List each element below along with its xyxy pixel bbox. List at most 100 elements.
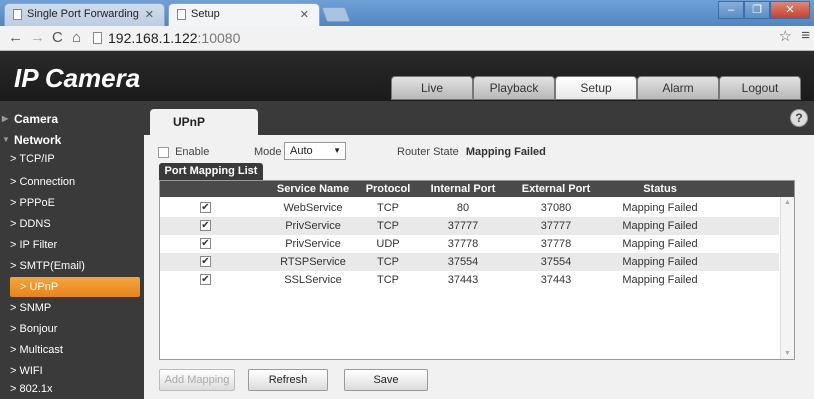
cell-status: Mapping Failed bbox=[622, 202, 698, 214]
sidebar-item-wifi[interactable]: > WIFI bbox=[0, 361, 144, 381]
scroll-down-icon[interactable]: ▼ bbox=[784, 350, 791, 357]
enable-row: Enable bbox=[158, 146, 209, 160]
sidebar-item-label: Multicast bbox=[19, 344, 63, 356]
url-port: :10080 bbox=[197, 30, 241, 46]
cell-external-port: 37554 bbox=[540, 256, 572, 268]
cell-protocol: TCP bbox=[377, 220, 399, 232]
router-state: Router State Mapping Failed bbox=[397, 146, 546, 160]
help-icon[interactable]: ? bbox=[790, 109, 808, 127]
table-row: ✔ WebService TCP 80 37080 Mapping Failed bbox=[160, 199, 779, 217]
minimize-icon[interactable]: – bbox=[718, 1, 744, 19]
close-tab-icon[interactable]: ✕ bbox=[145, 8, 154, 21]
maximize-icon[interactable]: ❐ bbox=[744, 1, 770, 19]
sidebar-item-smtp[interactable]: > SMTP(Email) bbox=[0, 256, 144, 276]
mode-select-value: Auto bbox=[290, 145, 313, 157]
window-controls: – ❐ ✕ bbox=[718, 1, 810, 19]
enable-checkbox[interactable] bbox=[158, 146, 169, 158]
refresh-button[interactable]: Refresh bbox=[248, 369, 328, 391]
nav-playback[interactable]: Playback bbox=[473, 76, 555, 100]
table-row: ✔ RTSPService TCP 37554 37554 Mapping Fa… bbox=[160, 253, 779, 271]
cell-external-port: 37777 bbox=[540, 220, 572, 232]
table-scrollbar[interactable]: ▲ ▼ bbox=[780, 197, 794, 359]
cell-internal-port: 37778 bbox=[447, 238, 479, 250]
port-mapping-list-tab[interactable]: Port Mapping List bbox=[159, 163, 263, 180]
url-host: 192.168.1.122 bbox=[108, 30, 198, 46]
column-header-external-port: External Port bbox=[521, 183, 591, 195]
sidebar-item-multicast[interactable]: > Multicast bbox=[0, 340, 144, 360]
nav-alarm[interactable]: Alarm bbox=[637, 76, 719, 100]
tab-upnp[interactable]: UPnP bbox=[150, 109, 258, 135]
url-text: 192.168.1.122:10080 bbox=[108, 30, 240, 46]
table-row: ✔ PrivService TCP 37777 37777 Mapping Fa… bbox=[160, 217, 779, 235]
sidebar-item-label: SNMP bbox=[19, 302, 52, 314]
close-window-icon[interactable]: ✕ bbox=[770, 1, 810, 19]
menu-icon[interactable]: ≡ bbox=[801, 27, 810, 44]
cell-internal-port: 37443 bbox=[447, 274, 479, 286]
column-header-service-name: Service Name bbox=[276, 183, 350, 195]
home-icon[interactable]: ⌂ bbox=[72, 29, 81, 47]
url-field[interactable]: 192.168.1.122:10080 bbox=[93, 29, 793, 48]
row-checkbox[interactable]: ✔ bbox=[200, 220, 211, 231]
port-mapping-table: Service Name Protocol Internal Port Exte… bbox=[159, 180, 795, 360]
dropdown-arrow-icon: ▼ bbox=[333, 146, 341, 155]
nav-logout[interactable]: Logout bbox=[719, 76, 801, 100]
sidebar-item-tcpip[interactable]: > TCP/IP bbox=[0, 149, 144, 169]
sidebar-group-network[interactable]: ▼ Network bbox=[0, 130, 144, 150]
sidebar-item-pppoe[interactable]: > PPPoE bbox=[0, 193, 144, 213]
cell-protocol: TCP bbox=[377, 256, 399, 268]
sidebar-item-label: DDNS bbox=[19, 218, 51, 230]
column-header-status: Status bbox=[643, 183, 677, 195]
sidebar-item-label: PPPoE bbox=[19, 197, 55, 209]
row-checkbox[interactable]: ✔ bbox=[200, 238, 211, 249]
bookmark-star-icon[interactable]: ☆ bbox=[779, 27, 792, 45]
sidebar-item-ip-filter[interactable]: > IP Filter bbox=[0, 235, 144, 255]
sidebar-item-connection[interactable]: > Connection bbox=[0, 172, 144, 192]
close-tab-icon[interactable]: ✕ bbox=[300, 8, 309, 21]
sidebar-item-label: IP Filter bbox=[19, 239, 58, 251]
new-tab-button[interactable] bbox=[321, 7, 351, 22]
enable-label: Enable bbox=[175, 146, 210, 158]
sidebar-item-upnp[interactable]: > UPnP bbox=[10, 277, 140, 297]
sidebar-item-8021x[interactable]: > 802.1x bbox=[0, 379, 144, 399]
sidebar-item-label: UPnP bbox=[29, 281, 59, 293]
nav-live[interactable]: Live bbox=[391, 76, 473, 100]
page-icon bbox=[177, 9, 186, 20]
reload-icon[interactable]: C bbox=[52, 29, 63, 47]
cell-external-port: 37443 bbox=[540, 274, 572, 286]
forward-icon[interactable]: → bbox=[30, 29, 45, 47]
app-logo: IP Camera bbox=[14, 63, 141, 93]
page-tab-bar: UPnP ? bbox=[144, 101, 814, 135]
row-checkbox[interactable]: ✔ bbox=[200, 274, 211, 285]
browser-tab-setup[interactable]: Setup ✕ bbox=[168, 3, 320, 26]
table-header: Service Name Protocol Internal Port Exte… bbox=[160, 181, 794, 197]
router-state-label: Router State bbox=[397, 146, 459, 158]
browser-tab-label: Setup bbox=[191, 8, 220, 20]
sidebar-item-bonjour[interactable]: > Bonjour bbox=[0, 319, 144, 339]
router-state-value: Mapping Failed bbox=[465, 146, 546, 158]
cell-internal-port: 37554 bbox=[447, 256, 479, 268]
cell-status: Mapping Failed bbox=[622, 274, 698, 286]
top-navigation: Live Playback Setup Alarm Logout bbox=[391, 76, 801, 100]
nav-setup[interactable]: Setup bbox=[555, 76, 637, 100]
mode-label: Mode bbox=[254, 146, 282, 158]
row-checkbox[interactable]: ✔ bbox=[200, 256, 211, 267]
cell-external-port: 37778 bbox=[540, 238, 572, 250]
cell-protocol: TCP bbox=[377, 274, 399, 286]
address-bar: ← → C ⌂ 192.168.1.122:10080 ☆ ≡ bbox=[0, 26, 814, 51]
row-checkbox[interactable]: ✔ bbox=[200, 202, 211, 213]
scroll-up-icon[interactable]: ▲ bbox=[784, 199, 791, 206]
cell-service-name: RTSPService bbox=[280, 256, 346, 268]
column-header-internal-port: Internal Port bbox=[430, 183, 496, 195]
sidebar-item-label: Connection bbox=[19, 176, 76, 188]
cell-internal-port: 37777 bbox=[447, 220, 479, 232]
sidebar-group-camera[interactable]: ▶ Camera bbox=[0, 109, 144, 129]
save-button[interactable]: Save bbox=[344, 369, 428, 391]
sidebar-item-snmp[interactable]: > SNMP bbox=[0, 298, 144, 318]
column-header-protocol: Protocol bbox=[365, 183, 411, 195]
mode-select[interactable]: Auto ▼ bbox=[284, 142, 346, 160]
sidebar-item-label: TCP/IP bbox=[19, 153, 55, 165]
back-icon[interactable]: ← bbox=[8, 29, 23, 47]
add-mapping-button[interactable]: Add Mapping bbox=[159, 369, 235, 391]
browser-tab-single-port-forwarding[interactable]: Single Port Forwarding ✕ bbox=[4, 3, 165, 26]
sidebar-item-ddns[interactable]: > DDNS bbox=[0, 214, 144, 234]
